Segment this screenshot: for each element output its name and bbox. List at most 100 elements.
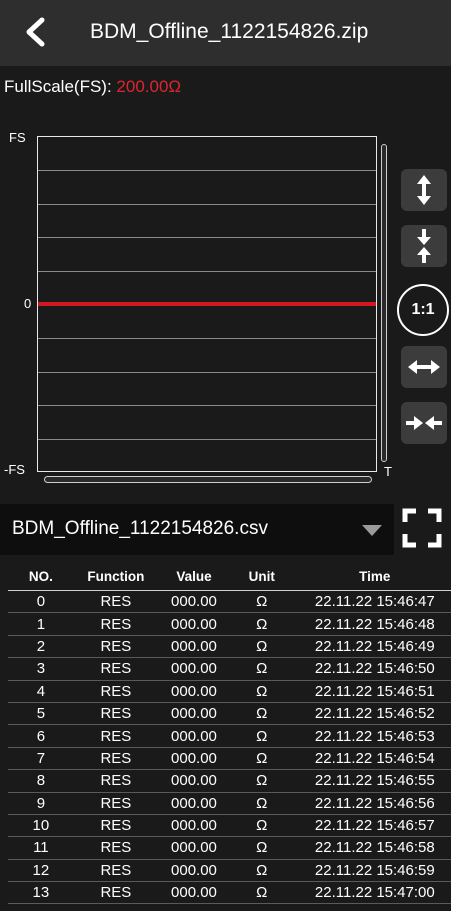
table-row[interactable]: 5 RES 000.00 Ω 22.11.22 15:46:52 <box>8 702 451 726</box>
cell-time: 22.11.22 15:46:59 <box>293 859 451 883</box>
table-row[interactable]: 1 RES 000.00 Ω 22.11.22 15:46:48 <box>8 612 451 636</box>
zoom-in-vertical-button[interactable] <box>401 169 447 211</box>
expand-vertical-icon <box>417 175 431 205</box>
cell-unit: Ω <box>229 836 294 860</box>
gridline <box>38 439 376 440</box>
cell-unit: Ω <box>229 612 294 636</box>
cell-no: 10 <box>8 814 74 838</box>
zoom-out-vertical-button[interactable] <box>401 225 447 267</box>
cell-value: 000.00 <box>158 635 230 659</box>
cell-function: RES <box>73 814 158 838</box>
fullscreen-icon[interactable] <box>402 508 442 548</box>
plot-area[interactable] <box>37 136 377 472</box>
table-row[interactable]: 13 RES 000.00 Ω 22.11.22 15:47:00 <box>8 881 451 905</box>
column-header-time: Time <box>293 562 451 591</box>
file-dropdown[interactable]: BDM_Offline_1122154826.csv <box>0 504 394 555</box>
cell-function: RES <box>73 792 158 815</box>
y-zero-label: 0 <box>24 296 32 311</box>
cell-unit: Ω <box>229 769 294 793</box>
zoom-in-horizontal-button[interactable] <box>401 346 447 388</box>
cell-time: 22.11.22 15:46:56 <box>293 792 451 815</box>
cell-value: 000.00 <box>158 769 230 793</box>
gridline <box>38 271 376 272</box>
cell-unit: Ω <box>229 792 294 815</box>
fullscale-readout: FullScale(FS): 200.00Ω <box>4 77 181 97</box>
cell-unit: Ω <box>229 702 294 726</box>
table-row[interactable]: 3 RES 000.00 Ω 22.11.22 15:46:50 <box>8 657 451 681</box>
cell-time: 22.11.22 15:46:47 <box>293 590 451 614</box>
cell-unit: Ω <box>229 724 294 748</box>
gridline <box>38 204 376 205</box>
cell-unit: Ω <box>229 747 294 771</box>
cell-unit: Ω <box>229 881 294 905</box>
cell-no: 4 <box>8 680 74 703</box>
file-name: BDM_Offline_1122154826.csv <box>12 518 268 539</box>
table-row[interactable]: 2 RES 000.00 Ω 22.11.22 15:46:49 <box>8 635 451 659</box>
table-row[interactable]: 9 RES 000.00 Ω 22.11.22 15:46:56 <box>8 792 451 815</box>
waveform-chart: FS 0 -FS T <box>0 110 451 490</box>
gridline <box>38 170 376 171</box>
gridline <box>38 405 376 406</box>
cell-no: 2 <box>8 635 74 659</box>
table-row[interactable]: 8 RES 000.00 Ω 22.11.22 15:46:55 <box>8 769 451 793</box>
y-top-label: FS <box>9 130 26 145</box>
cell-function: RES <box>73 702 158 726</box>
cell-function: RES <box>73 836 158 860</box>
chevron-left-icon[interactable] <box>22 17 48 47</box>
cell-no: 9 <box>8 792 74 815</box>
cell-no: 1 <box>8 612 74 636</box>
cell-function: RES <box>73 747 158 771</box>
cell-no: 13 <box>8 881 74 905</box>
table-row[interactable]: 0 RES 000.00 Ω 22.11.22 15:46:47 <box>8 590 451 614</box>
cell-unit: Ω <box>229 635 294 659</box>
fullscale-label: FullScale(FS): <box>4 77 112 96</box>
column-header-value: Value <box>158 562 230 591</box>
cell-value: 000.00 <box>158 702 230 726</box>
x-axis-label: T <box>384 464 392 479</box>
expand-horizontal-icon <box>408 360 440 374</box>
cell-time: 22.11.22 15:46:49 <box>293 635 451 659</box>
cell-function: RES <box>73 680 158 703</box>
compress-horizontal-icon <box>406 416 442 430</box>
gridline <box>38 338 376 339</box>
table-row[interactable]: 7 RES 000.00 Ω 22.11.22 15:46:54 <box>8 747 451 771</box>
cell-unit: Ω <box>229 859 294 883</box>
cell-time: 22.11.22 15:46:48 <box>293 612 451 636</box>
cell-time: 22.11.22 15:46:53 <box>293 724 451 748</box>
table-row[interactable]: 11 RES 000.00 Ω 22.11.22 15:46:58 <box>8 836 451 860</box>
cell-value: 000.00 <box>158 657 230 681</box>
horizontal-scrollbar[interactable] <box>44 476 372 483</box>
table-row[interactable]: 6 RES 000.00 Ω 22.11.22 15:46:53 <box>8 724 451 748</box>
table-row[interactable]: 10 RES 000.00 Ω 22.11.22 15:46:57 <box>8 814 451 838</box>
cell-time: 22.11.22 15:46:54 <box>293 747 451 771</box>
cell-time: 22.11.22 15:47:00 <box>293 881 451 905</box>
cell-unit: Ω <box>229 680 294 703</box>
cell-no: 5 <box>8 702 74 726</box>
data-trace-line <box>38 302 376 306</box>
cell-function: RES <box>73 769 158 793</box>
cell-unit: Ω <box>229 814 294 838</box>
cell-no: 8 <box>8 769 74 793</box>
cell-time: 22.11.22 15:46:58 <box>293 836 451 860</box>
table-row[interactable]: 12 RES 000.00 Ω 22.11.22 15:46:59 <box>8 859 451 883</box>
cell-time: 22.11.22 15:46:52 <box>293 702 451 726</box>
cell-value: 000.00 <box>158 612 230 636</box>
cell-no: 11 <box>8 836 74 860</box>
cell-value: 000.00 <box>158 680 230 703</box>
cell-value: 000.00 <box>158 814 230 838</box>
gridline <box>38 372 376 373</box>
cell-value: 000.00 <box>158 859 230 883</box>
zoom-out-horizontal-button[interactable] <box>401 402 447 444</box>
cell-no: 0 <box>8 590 74 614</box>
cell-value: 000.00 <box>158 724 230 748</box>
cell-time: 22.11.22 15:46:55 <box>293 769 451 793</box>
table-row[interactable]: 4 RES 000.00 Ω 22.11.22 15:46:51 <box>8 680 451 703</box>
vertical-scrollbar[interactable] <box>381 144 387 462</box>
column-header-function: Function <box>73 562 158 591</box>
cell-function: RES <box>73 657 158 681</box>
cell-no: 12 <box>8 859 74 883</box>
cell-unit: Ω <box>229 590 294 614</box>
cell-time: 22.11.22 15:46:50 <box>293 657 451 681</box>
cell-no: 6 <box>8 724 74 748</box>
reset-scale-button[interactable]: 1:1 <box>397 284 449 336</box>
